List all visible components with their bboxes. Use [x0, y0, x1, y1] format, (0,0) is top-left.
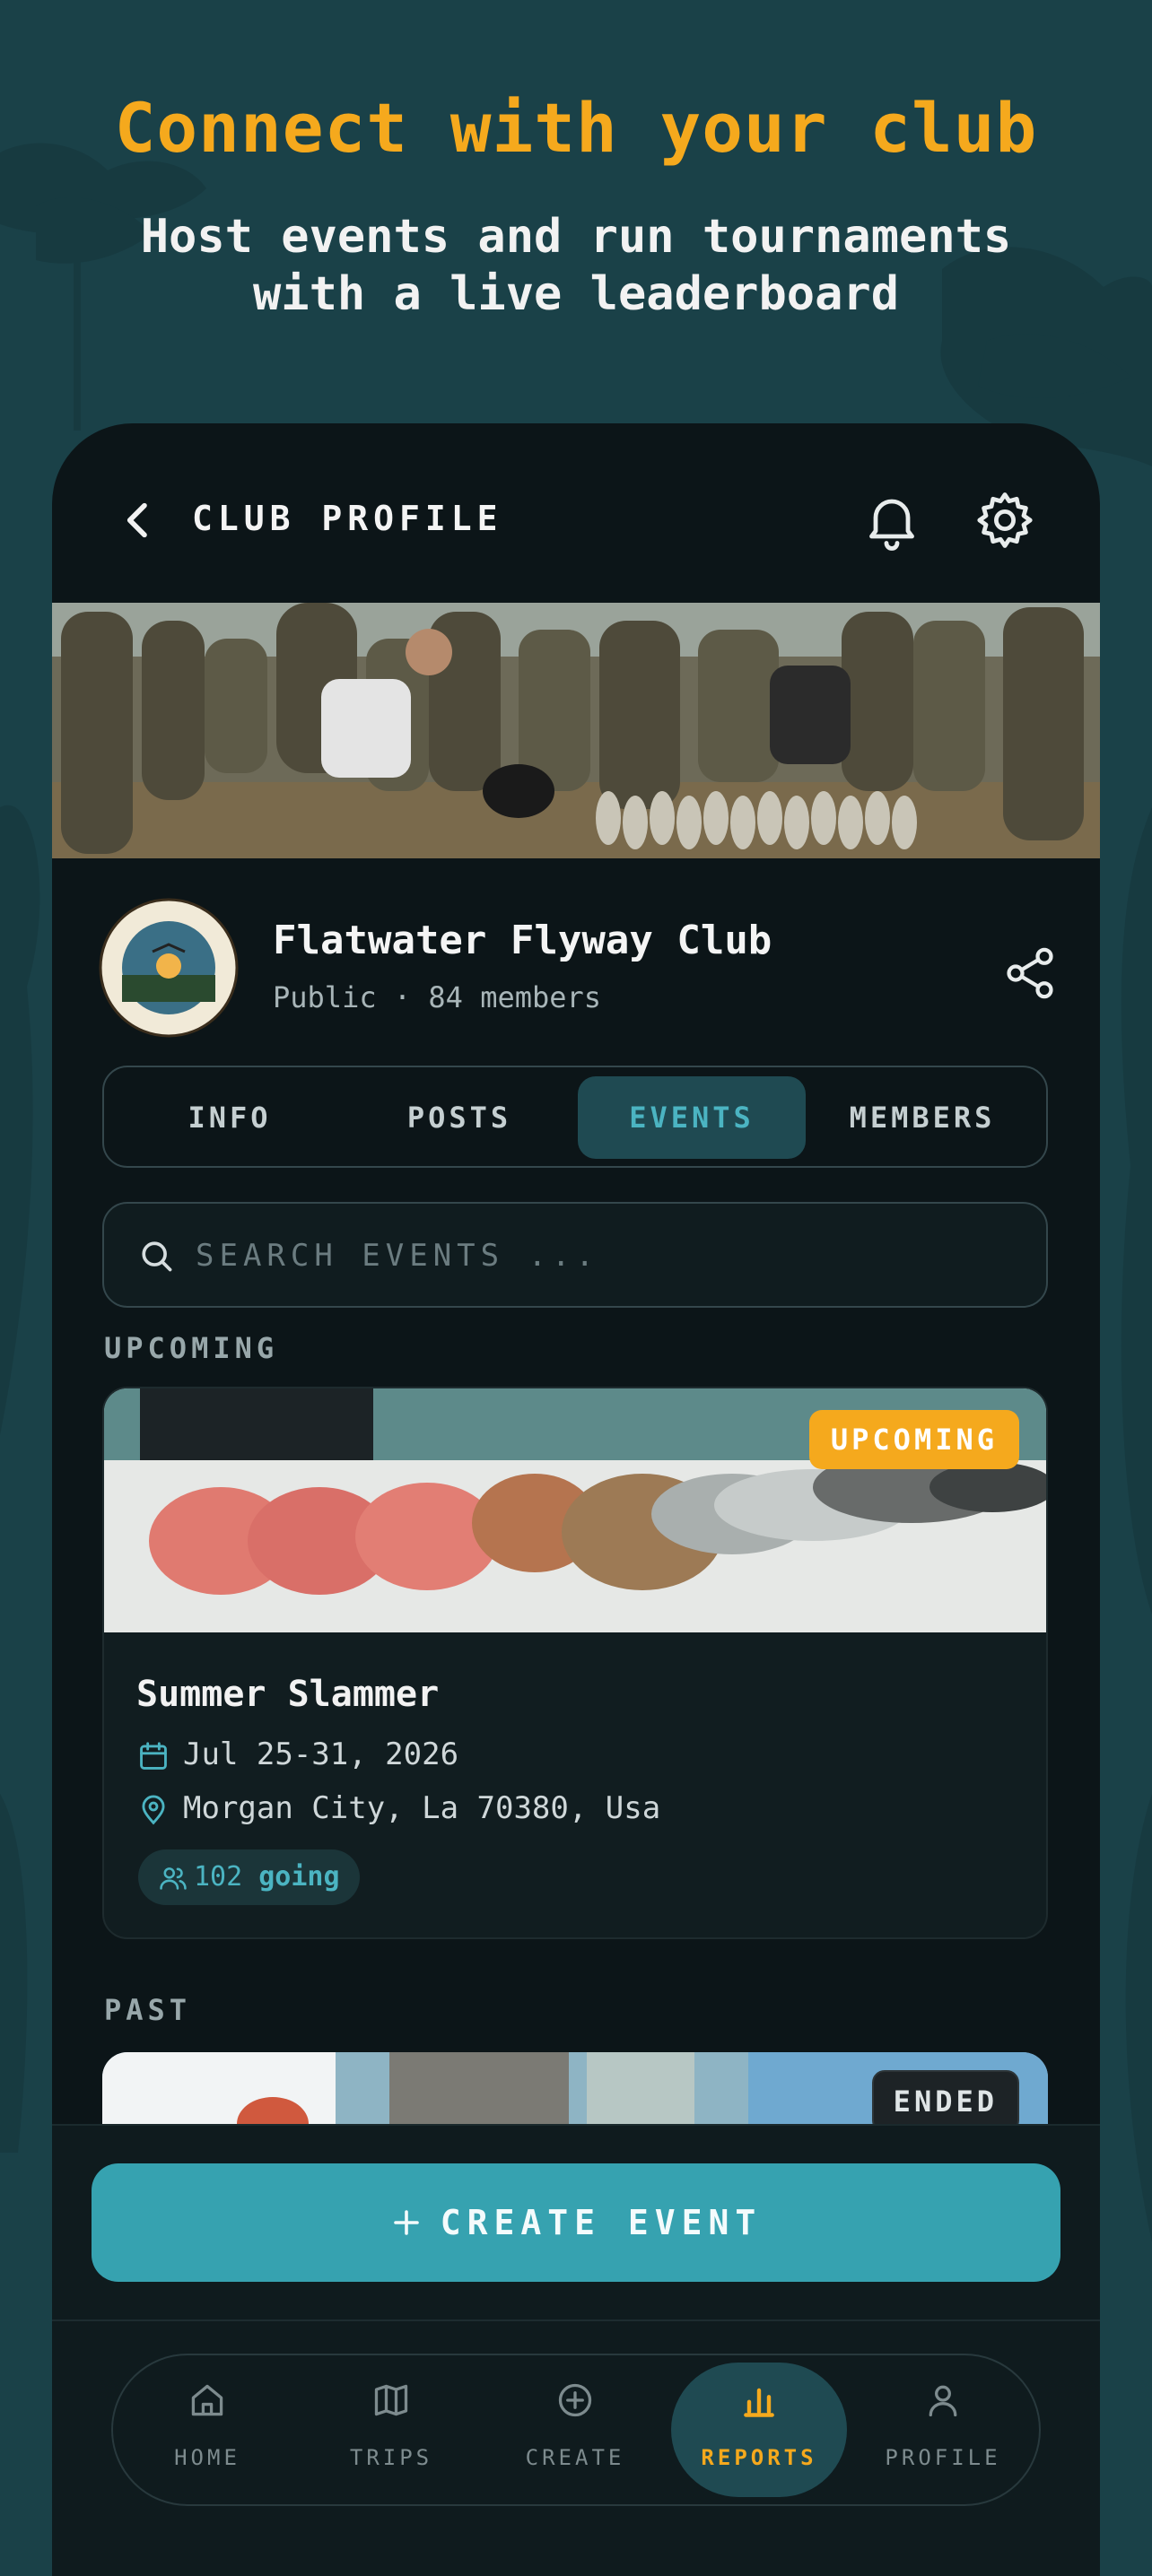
notifications-button[interactable] [860, 488, 924, 553]
event-title: Summer Slammer [136, 1674, 440, 1715]
plus-circle-icon [558, 2383, 592, 2417]
bar-chart-icon [744, 2388, 774, 2417]
nav-home-label: HOME [174, 2445, 240, 2470]
back-button[interactable] [113, 495, 163, 545]
hero-subtitle: Host events and run tournaments with a l… [90, 208, 1062, 323]
nav-create[interactable]: CREATE [499, 2355, 651, 2504]
upcoming-section-label: UPCOMING [104, 1331, 279, 1365]
hero-title: Connect with your club [114, 88, 1038, 168]
club-meta: Public · 84 members [273, 980, 602, 1014]
club-cover-photo [52, 603, 1100, 858]
nav-trips[interactable]: TRIPS [315, 2355, 467, 2504]
home-icon [191, 2384, 223, 2416]
event-location: Morgan City, La 70380, Usa [183, 1790, 661, 1826]
phone-screen: CLUB PROFILE Flatwater Flyway Club Publi… [52, 423, 1100, 2576]
event-location-row: Morgan City, La 70380, Usa [136, 1787, 660, 1830]
bottom-nav: HOME TRIPS CREATE REPORTS PROFILE [111, 2354, 1041, 2506]
going-label: going [258, 1861, 340, 1893]
divider [52, 2319, 1100, 2321]
tab-info[interactable]: INFO [115, 1076, 345, 1159]
nav-home[interactable]: HOME [131, 2355, 284, 2504]
club-logo [99, 898, 239, 1038]
nav-profile[interactable]: PROFILE [867, 2355, 1019, 2504]
search-icon [142, 1241, 172, 1272]
nav-trips-label: TRIPS [349, 2445, 433, 2470]
going-count-chip[interactable]: 102 going [138, 1849, 360, 1905]
hero-subtitle-line-1: Host events and run tournaments [140, 210, 1012, 264]
event-date: Jul 25-31, 2026 [183, 1736, 459, 1772]
gear-icon [977, 492, 1033, 548]
nav-create-label: CREATE [525, 2445, 625, 2470]
nav-reports[interactable]: REPORTS [671, 2363, 847, 2497]
search-events-field[interactable]: SEARCH EVENTS ... [102, 1202, 1048, 1308]
bell-icon [869, 499, 914, 551]
tab-events[interactable]: EVENTS [578, 1076, 806, 1159]
create-event-label: CREATE EVENT [440, 2203, 763, 2242]
share-icon [1007, 947, 1053, 999]
location-pin-icon [142, 1795, 165, 1824]
past-section-label: PAST [104, 1993, 192, 2027]
event-date-row: Jul 25-31, 2026 [136, 1733, 458, 1776]
share-button[interactable] [1001, 944, 1059, 1002]
club-tabs: INFO POSTS EVENTS MEMBERS [102, 1066, 1048, 1168]
search-input[interactable]: SEARCH EVENTS ... [196, 1238, 599, 1274]
nav-reports-label: REPORTS [701, 2445, 817, 2470]
top-bar: CLUB PROFILE [52, 423, 1100, 603]
status-badge-upcoming: UPCOMING [808, 1410, 1019, 1469]
calendar-icon [140, 1741, 167, 1770]
user-icon [929, 2385, 957, 2417]
plus-icon [393, 2209, 419, 2235]
going-count: 102 [194, 1861, 243, 1893]
page-title: CLUB PROFILE [192, 499, 503, 538]
hero-subtitle-line-2: with a live leaderboard [252, 267, 900, 321]
chevron-left-icon [127, 502, 147, 538]
people-icon [160, 1867, 187, 1890]
club-header: Flatwater Flyway Club Public · 84 member… [52, 858, 1100, 1038]
event-card[interactable]: UPCOMING Summer Slammer Jul 25-31, 2026 … [102, 1387, 1048, 1939]
tab-posts[interactable]: POSTS [345, 1076, 574, 1159]
club-name: Flatwater Flyway Club [273, 918, 772, 963]
nav-profile-label: PROFILE [885, 2445, 1001, 2470]
settings-button[interactable] [973, 488, 1037, 553]
create-event-button[interactable]: CREATE EVENT [92, 2163, 1060, 2282]
tab-members[interactable]: MEMBERS [807, 1076, 1037, 1159]
map-icon [374, 2384, 408, 2416]
bottom-action-area: CREATE EVENT HOME TRIPS CREATE REPORTS P… [52, 2124, 1100, 2576]
